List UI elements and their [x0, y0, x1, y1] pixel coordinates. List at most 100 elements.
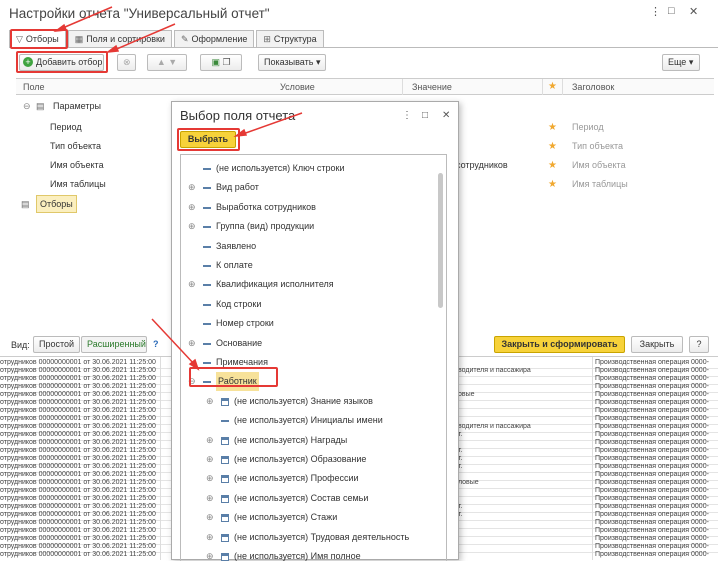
expand-icon[interactable]: ⊕	[206, 489, 216, 508]
expand-icon[interactable]: ⊕	[206, 392, 216, 411]
brush-icon: ✎	[180, 34, 189, 44]
field-tree[interactable]: ⊕ (не используется) Имя полное ⊕ (не исполь…	[180, 154, 447, 561]
field-tree-item[interactable]: Номер строки	[181, 314, 433, 333]
chevron-down-icon: ▾	[315, 57, 321, 67]
row-header: Имя таблицы	[572, 179, 628, 189]
field-tree-item[interactable]: Заявлено	[181, 237, 433, 256]
more-label: Еще	[668, 57, 687, 67]
field-tree-item[interactable]: ⊕ Вид работ	[181, 178, 433, 197]
field-tree-item-label: (не используется) Ключ строки	[216, 163, 345, 173]
expand-icon[interactable]: ⊕	[206, 508, 216, 527]
close-icon[interactable]: ✕	[689, 5, 698, 18]
field-tree-item[interactable]: ⊕ Выработка сотрудников	[181, 198, 433, 217]
table-icon	[221, 494, 229, 503]
field-tree-item-label: Группа (вид) продукции	[216, 221, 315, 232]
report-cell: отрудников 00000000001 от 30.06.2021 11:…	[0, 551, 156, 558]
expand-icon[interactable]: ⊕	[206, 528, 216, 547]
delete-button[interactable]: ⊗	[117, 54, 136, 71]
expand-icon[interactable]: ⊕	[206, 450, 216, 469]
field-tree-item[interactable]: ⊕ Группа (вид) продукции	[181, 217, 433, 236]
dash-icon	[203, 168, 211, 170]
field-tree-item-label: (не используется) Награды	[234, 434, 348, 445]
expand-icon[interactable]: ⊕	[188, 334, 198, 353]
group-buttons[interactable]: ▣ ❐	[200, 54, 242, 71]
field-tree-item[interactable]: ⊕ (не используется) Стажи	[181, 508, 433, 527]
tab-fields-sorting[interactable]: ▦ Поля и сортировки	[67, 30, 172, 47]
filters-icon: ▤	[21, 199, 30, 209]
field-tree-item-label: (не используется) Имя полное	[234, 551, 361, 561]
field-tree-item[interactable]: Код строки	[181, 295, 433, 314]
field-tree-item[interactable]: ⊕ (не используется) Имя полное	[181, 547, 433, 561]
field-tree-item-label: (не используется) Образование	[234, 454, 367, 464]
dash-icon	[221, 420, 229, 423]
field-tree-item-label: Вид работ	[216, 182, 259, 193]
view-extended-button[interactable]: Расширенный	[81, 336, 147, 353]
table-icon	[221, 533, 229, 542]
report-cell: Производственная операция 0000-	[595, 551, 709, 558]
tab-structure[interactable]: ⊞ Структура	[256, 30, 324, 47]
field-tree-item[interactable]: ⊕ Основание	[181, 334, 433, 353]
report-column-divider	[592, 357, 593, 560]
tab-label: Поля и сортировки	[86, 34, 165, 44]
expand-icon[interactable]: ⊕	[206, 431, 216, 450]
scrollbar-thumb[interactable]	[438, 173, 443, 308]
arrow-up-icon: ▲	[156, 57, 166, 67]
scrollbar[interactable]	[438, 161, 444, 556]
annotation-box	[10, 29, 68, 49]
dash-icon	[203, 342, 211, 345]
field-tree-item[interactable]: ⊕ (не используется) Трудовая деятельность	[181, 528, 433, 547]
tab-appearance[interactable]: ✎ Оформление	[173, 30, 255, 47]
row-name: Период	[50, 122, 82, 132]
help-link[interactable]: ?	[153, 339, 159, 349]
star-icon: ★	[548, 179, 557, 190]
table-icon	[221, 514, 229, 523]
field-tree-item-label: Код строки	[216, 298, 262, 309]
close-icon[interactable]: ✕	[442, 110, 450, 121]
field-tree-item[interactable]: (не используется) Инициалы имени	[181, 411, 433, 430]
column-header: Заголовок	[572, 82, 615, 92]
close-and-generate-button[interactable]: Закрыть и сформировать	[494, 336, 625, 353]
annotation-box	[177, 128, 240, 151]
expand-icon[interactable]: ⊕	[188, 178, 198, 197]
field-tree-item[interactable]: К оплате	[181, 256, 433, 275]
row-name: Тип объекта	[50, 141, 102, 151]
field-tree-item[interactable]: (не используется) Ключ строки	[181, 159, 433, 178]
field-tree-item[interactable]: ⊕ (не используется) Профессии	[181, 469, 433, 488]
row-value: сотрудников	[456, 160, 508, 170]
field-tree-item-label: Номер строки	[216, 318, 274, 329]
more-menu-icon[interactable]: ⋮	[402, 110, 412, 121]
expand-icon[interactable]: ⊕	[188, 198, 198, 217]
dash-icon	[203, 187, 211, 190]
show-dropdown[interactable]: Показывать ▾	[258, 54, 326, 71]
expand-icon[interactable]: ⊕	[206, 547, 216, 561]
field-tree-item[interactable]: ⊕ (не используется) Награды	[181, 431, 433, 450]
column-condition: Условие	[280, 82, 315, 92]
close-button[interactable]: Закрыть	[631, 336, 683, 353]
field-tree-item[interactable]: ⊕ Квалификация исполнителя	[181, 275, 433, 294]
window-title: Настройки отчета "Универсальный отчет"	[9, 6, 270, 21]
help-button[interactable]: ?	[689, 336, 709, 353]
expand-icon[interactable]: ⊕	[188, 217, 198, 236]
move-buttons[interactable]: ▲ ▼	[147, 54, 187, 71]
row-header: Период	[572, 122, 604, 132]
more-menu-icon[interactable]: ⋮	[650, 5, 661, 18]
dash-icon	[203, 226, 211, 229]
column-separator	[542, 79, 543, 95]
more-dropdown[interactable]: Еще ▾	[662, 54, 700, 71]
maximize-icon[interactable]: □	[422, 110, 428, 121]
expand-icon[interactable]: ⊕	[188, 275, 198, 294]
field-tree-item-label: (не используется) Профессии	[234, 473, 359, 484]
selected-row-label: Отборы	[36, 195, 77, 213]
view-simple-button[interactable]: Простой	[33, 336, 80, 353]
star-icon: ★	[548, 122, 557, 133]
expand-icon[interactable]: ⊕	[206, 469, 216, 488]
collapse-icon[interactable]: ⊖	[23, 97, 31, 116]
maximize-icon[interactable]: □	[668, 5, 675, 17]
field-tree-item[interactable]: ⊕ (не используется) Знание языков	[181, 392, 433, 411]
field-tree-item-label: (не используется) Инициалы имени	[234, 415, 383, 426]
field-tree-item[interactable]: ⊕ (не используется) Образование	[181, 450, 433, 469]
field-tree-item-label: Квалификация исполнителя	[216, 279, 334, 290]
row-name: Имя объекта	[50, 160, 104, 170]
field-tree-item-label: (не используется) Знание языков	[234, 395, 373, 406]
field-tree-item[interactable]: ⊕ (не используется) Состав семьи	[181, 489, 433, 508]
